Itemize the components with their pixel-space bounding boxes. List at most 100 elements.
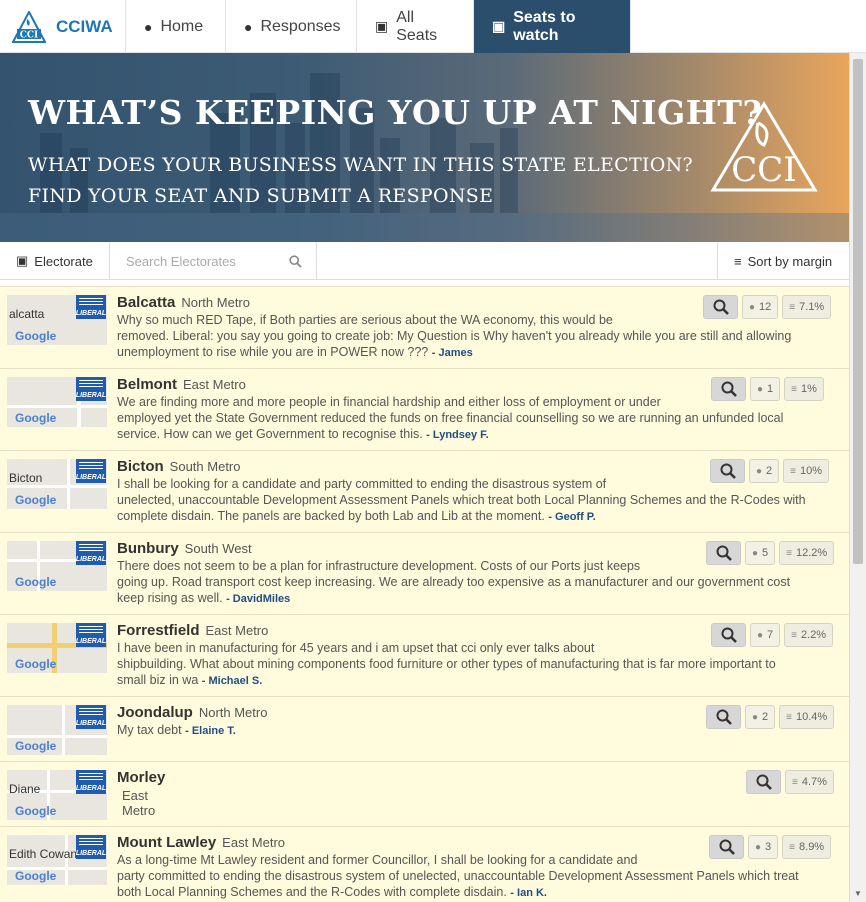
seat-actions: ● 1 ≡ 1% [711, 377, 824, 401]
magnifier-icon [720, 463, 736, 479]
response-count: 2 [766, 465, 773, 477]
scrollbar[interactable]: ▼ [849, 53, 866, 902]
comments-icon: ● [749, 301, 756, 313]
response-excerpt: My tax debt - Elaine T. [117, 722, 236, 739]
view-seat-button[interactable] [711, 623, 746, 647]
seat-name-text[interactable]: Belmont [117, 376, 177, 393]
margin-value: 1% [801, 383, 817, 395]
seat-name[interactable]: Bunbury South West [117, 540, 252, 557]
margin-value: 10.4% [796, 711, 828, 723]
seat-name-text[interactable]: Forrestfield [117, 622, 200, 639]
magnifier-icon [756, 774, 772, 790]
sort-by-margin-button[interactable]: ≡ Sort by margin [717, 242, 849, 280]
hero-banner: WHAT’S KEEPING YOU UP AT NIGHT? WHAT DOE… [0, 53, 849, 242]
view-seat-button[interactable] [746, 770, 781, 794]
nav-all-seats[interactable]: ▣ All Seats [357, 0, 474, 53]
liberal-party-logo: LIBERAL [76, 770, 106, 794]
nav-responses[interactable]: ● Responses [226, 0, 357, 53]
response-line-last: My tax debt - Elaine T. [117, 722, 236, 739]
view-seat-button[interactable] [709, 835, 744, 859]
margin-badge: ≡ 10% [783, 459, 830, 483]
response-line: service. How can we get Government to re… [117, 427, 427, 442]
top-navbar: CCI CCIWA ● Home ● Responses ▣ All Seats… [0, 0, 866, 53]
view-seat-button[interactable] [703, 295, 738, 319]
seat-row[interactable]: LIBERAL Google Joondalup North Metro My tax … [0, 696, 849, 761]
seat-name[interactable]: Joondalup North Metro [117, 704, 267, 721]
seat-row[interactable]: LIBERAL Google Forrestfield East Metro I hav… [0, 614, 849, 696]
liberal-party-logo: LIBERAL [76, 295, 106, 319]
map-place-label: Diane [9, 782, 41, 796]
response-line: small biz in wa [117, 673, 202, 688]
electorate-map-thumbnail[interactable]: LIBERAL Google [7, 623, 107, 673]
comments-icon: ● [756, 465, 763, 477]
margin-value: 7.1% [799, 301, 825, 313]
scrollbar-thumb[interactable] [853, 59, 863, 564]
electorate-map-thumbnail[interactable]: Bicton LIBERAL Google [7, 459, 107, 509]
electorate-map-thumbnail[interactable]: LIBERAL Google [7, 377, 107, 427]
response-author[interactable]: - DavidMiles [226, 593, 290, 605]
response-author[interactable]: - James [432, 347, 473, 359]
seat-name-text[interactable]: Balcatta [117, 294, 175, 311]
electorate-map-thumbnail[interactable]: Diane LIBERAL Google [7, 770, 107, 820]
margin-value: 12.2% [796, 547, 828, 559]
seat-name[interactable]: Morley East Metro [117, 769, 165, 818]
brand-link[interactable]: CCI CCIWA [0, 0, 126, 53]
nav-home[interactable]: ● Home [126, 0, 226, 53]
search-icon[interactable] [289, 254, 302, 268]
scroll-down-arrow-icon[interactable]: ▼ [854, 889, 862, 898]
seat-name[interactable]: Forrestfield East Metro [117, 622, 268, 639]
electorate-map-thumbnail[interactable]: alcatta LIBERAL Google [7, 295, 107, 345]
response-count-badge: ● 12 [742, 295, 779, 319]
margin-badge: ≡ 10.4% [779, 705, 835, 729]
response-line-last: unemployment to rise while you are in PO… [117, 344, 791, 361]
view-seat-button[interactable] [706, 541, 741, 565]
seat-row[interactable]: alcatta LIBERAL Google Balcatta North Metro W… [0, 286, 849, 368]
response-author[interactable]: - Geoff P. [548, 511, 595, 523]
map-place-label: alcatta [9, 307, 45, 321]
seat-name[interactable]: Mount Lawley East Metro [117, 834, 285, 851]
seat-row[interactable]: LIBERAL Google Bunbury South West There does… [0, 532, 849, 614]
response-count: 12 [759, 301, 772, 313]
electorate-map-thumbnail[interactable]: Edith Cowan LIBERAL Google [7, 835, 107, 885]
comments-icon: ● [757, 383, 764, 395]
seat-name-text[interactable]: Mount Lawley [117, 834, 216, 851]
seat-name-text[interactable]: Bunbury [117, 540, 179, 557]
magnifier-icon [719, 839, 735, 855]
seat-name-text[interactable]: Morley [117, 769, 165, 786]
seat-region: South West [184, 541, 252, 556]
seat-name-text[interactable]: Joondalup [117, 704, 193, 721]
response-line-last: service. How can we get Government to re… [117, 426, 783, 443]
seat-name[interactable]: Balcatta North Metro [117, 294, 250, 311]
liberal-party-logo: LIBERAL [76, 835, 106, 859]
nav-seats-to-watch[interactable]: ▣ Seats to watch [474, 0, 631, 53]
view-seat-button[interactable] [711, 377, 746, 401]
response-author[interactable]: - Elaine T. [185, 725, 236, 737]
electorate-filter-button[interactable]: ▣ Electorate [0, 242, 110, 280]
response-line: unelected, unaccountable Development Ass… [117, 493, 806, 508]
response-author[interactable]: - Michael S. [202, 675, 263, 687]
seat-row[interactable]: Diane LIBERAL Google Morley East Metro ≡ 4.7% [0, 761, 849, 826]
map-road [7, 735, 107, 738]
nav-responses-label: Responses [260, 17, 341, 35]
margin-value: 10% [800, 465, 823, 477]
response-count-badge: ● 2 [749, 459, 780, 483]
seat-row[interactable]: LIBERAL Google Belmont East Metro We are fin… [0, 368, 849, 450]
response-author[interactable]: - Ian K. [510, 887, 547, 899]
seat-actions: ● 2 ≡ 10% [710, 459, 830, 483]
seat-name[interactable]: Bicton South Metro [117, 458, 241, 475]
search-electorates-input[interactable] [126, 253, 286, 269]
view-seat-button[interactable] [706, 705, 741, 729]
response-count-badge: ● 3 [748, 835, 779, 859]
response-count: 5 [762, 547, 769, 559]
view-seat-button[interactable] [710, 459, 745, 483]
seat-row[interactable]: Bicton LIBERAL Google Bicton South Metro I sh… [0, 450, 849, 532]
seat-name[interactable]: Belmont East Metro [117, 376, 246, 393]
electorate-map-thumbnail[interactable]: LIBERAL Google [7, 705, 107, 755]
electorate-map-thumbnail[interactable]: LIBERAL Google [7, 541, 107, 591]
response-excerpt: Why so much RED Tape, if Both parties ar… [117, 312, 791, 362]
response-count: 1 [767, 383, 774, 395]
seat-row[interactable]: Edith Cowan LIBERAL Google Mount Lawley East… [0, 826, 849, 902]
response-author[interactable]: - Lyndsey F. [426, 429, 489, 441]
seat-actions: ≡ 4.7% [746, 770, 834, 794]
seat-name-text[interactable]: Bicton [117, 458, 164, 475]
